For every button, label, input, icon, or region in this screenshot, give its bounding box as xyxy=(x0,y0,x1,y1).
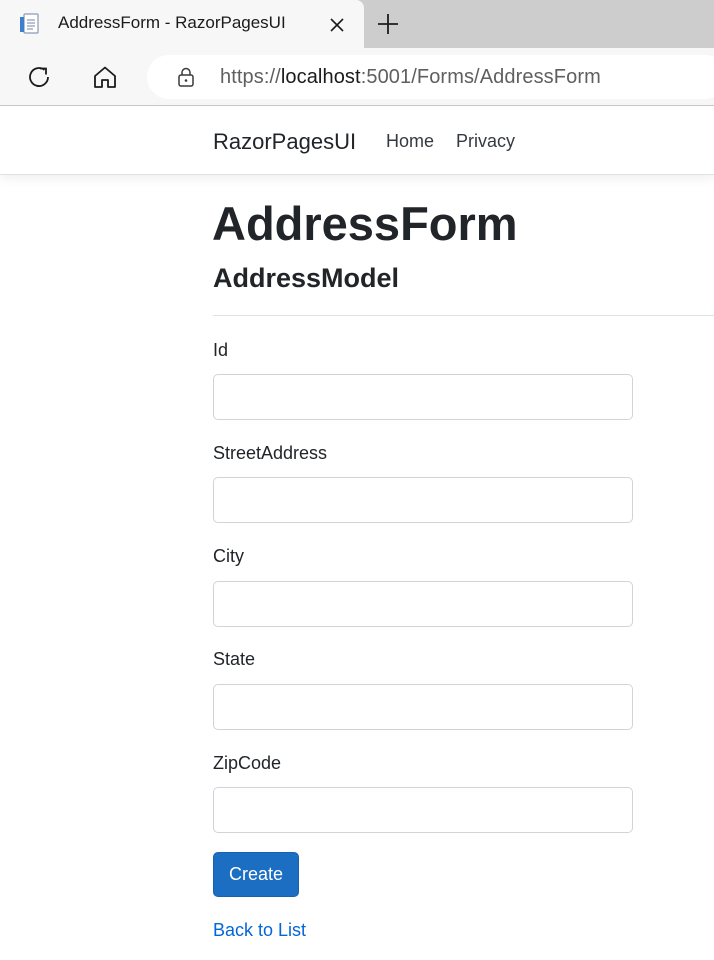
field-label-city: City xyxy=(213,546,244,566)
url-text[interactable]: https://localhost:5001/Forms/AddressForm xyxy=(220,66,601,89)
divider xyxy=(213,315,714,316)
field-label-state: State xyxy=(213,649,256,669)
nav-link-home[interactable]: Home xyxy=(386,131,434,152)
refresh-icon[interactable] xyxy=(23,61,55,93)
url-scheme: https:// xyxy=(220,66,281,88)
model-title: AddressModel xyxy=(213,263,400,293)
plus-icon[interactable] xyxy=(374,10,402,38)
create-button[interactable]: Create xyxy=(213,852,299,897)
home-icon[interactable] xyxy=(89,61,121,93)
url-path: :5001/Forms/AddressForm xyxy=(360,66,601,88)
id-input[interactable] xyxy=(213,374,633,420)
field-label-id: Id xyxy=(213,340,229,360)
field-label-street-address: StreetAddress xyxy=(213,443,328,463)
zip-code-input[interactable] xyxy=(213,787,633,833)
nav-link-privacy[interactable]: Privacy xyxy=(456,131,515,152)
page-icon xyxy=(18,12,42,36)
close-icon[interactable] xyxy=(324,12,350,38)
tab-title: AddressForm - RazorPagesUI xyxy=(58,13,286,32)
street-address-input[interactable] xyxy=(213,477,633,523)
url-host: localhost xyxy=(280,66,361,88)
navbar-brand[interactable]: RazorPagesUI xyxy=(213,129,356,155)
field-label-zip-code: ZipCode xyxy=(213,753,282,773)
address-bar[interactable]: https://localhost:5001/Forms/AddressForm xyxy=(147,55,714,99)
back-to-list-link[interactable]: Back to List xyxy=(213,920,306,941)
state-input[interactable] xyxy=(213,684,633,730)
browser-tab[interactable]: AddressForm - RazorPagesUI xyxy=(0,0,364,48)
tab-strip: AddressForm - RazorPagesUI xyxy=(0,0,714,48)
site-navbar: RazorPagesUI Home Privacy xyxy=(0,107,714,175)
page-title: AddressForm xyxy=(212,197,518,250)
browser-toolbar: https://localhost:5001/Forms/AddressForm xyxy=(0,48,714,106)
city-input[interactable] xyxy=(213,581,633,627)
lock-icon[interactable] xyxy=(175,66,197,88)
